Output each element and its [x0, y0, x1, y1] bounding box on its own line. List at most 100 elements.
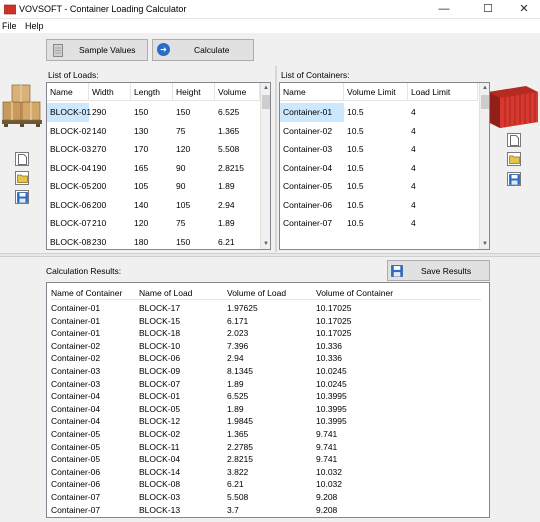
containers-cell[interactable]: 4: [408, 140, 478, 159]
loads-cell[interactable]: 150: [173, 103, 215, 122]
loads-cell[interactable]: 180: [131, 233, 173, 250]
containers-cell[interactable]: Container-07: [280, 214, 344, 233]
loads-cell[interactable]: 6.525: [215, 103, 260, 122]
containers-cell[interactable]: Container-02: [280, 122, 344, 141]
results-column-header[interactable]: Name of Container: [51, 288, 122, 298]
loads-cell[interactable]: 1.89: [215, 214, 260, 233]
containers-column-header[interactable]: Load Limit: [408, 83, 478, 101]
loads-column-header[interactable]: Width: [89, 83, 131, 101]
containers-cell[interactable]: 10.5: [344, 122, 408, 141]
results-column-header[interactable]: Volume of Load: [227, 288, 286, 298]
scroll-down-arrow-icon[interactable]: ▼: [480, 239, 489, 249]
loads-cell[interactable]: 210: [89, 214, 131, 233]
loads-cell[interactable]: 6.21: [215, 233, 260, 250]
panel-divider[interactable]: [275, 66, 277, 252]
scroll-down-arrow-icon[interactable]: ▼: [261, 239, 270, 249]
loads-cell[interactable]: 1.365: [215, 122, 260, 141]
loads-cell[interactable]: 90: [173, 177, 215, 196]
save-loads-icon[interactable]: [15, 190, 29, 204]
loads-column-header[interactable]: Length: [131, 83, 173, 101]
loads-scrollbar[interactable]: ▲ ▼: [260, 83, 270, 249]
containers-column-header[interactable]: Volume Limit: [344, 83, 408, 101]
containers-cell[interactable]: 10.5: [344, 214, 408, 233]
loads-cell[interactable]: BLOCK-03: [47, 140, 91, 159]
loads-cell[interactable]: 2.94: [215, 196, 260, 215]
scroll-thumb[interactable]: [262, 95, 270, 109]
containers-cell[interactable]: 4: [408, 103, 478, 122]
containers-cell[interactable]: Container-03: [280, 140, 344, 159]
loads-cell[interactable]: 105: [173, 196, 215, 215]
containers-cell[interactable]: 4: [408, 159, 478, 178]
scroll-thumb[interactable]: [481, 95, 489, 109]
containers-cell[interactable]: 4: [408, 122, 478, 141]
loads-column-header[interactable]: Height: [173, 83, 215, 101]
new-container-icon[interactable]: [507, 133, 521, 147]
loads-cell[interactable]: 190: [89, 159, 131, 178]
containers-cell[interactable]: Container-04: [280, 159, 344, 178]
loads-cell[interactable]: 1.89: [215, 177, 260, 196]
results-column-header[interactable]: Name of Load: [139, 288, 192, 298]
loads-cell[interactable]: 200: [89, 196, 131, 215]
loads-cell[interactable]: 90: [173, 159, 215, 178]
maximize-button[interactable]: ☐: [472, 0, 504, 19]
loads-table[interactable]: Name Width Length Height Volume BLOCK-01 290 1…: [46, 82, 271, 250]
loads-cell[interactable]: BLOCK-02: [47, 122, 91, 141]
containers-scrollbar[interactable]: ▲ ▼: [479, 83, 489, 249]
save-results-button[interactable]: Save Results: [387, 260, 490, 281]
loads-cell[interactable]: BLOCK-06: [47, 196, 91, 215]
menu-file[interactable]: File: [2, 21, 17, 31]
loads-cell[interactable]: 75: [173, 214, 215, 233]
loads-cell[interactable]: 270: [89, 140, 131, 159]
calculate-button[interactable]: ➜ Calculate: [152, 39, 254, 61]
containers-cell[interactable]: 10.5: [344, 140, 408, 159]
loads-cell[interactable]: 170: [131, 140, 173, 159]
minimize-button[interactable]: —: [428, 0, 460, 19]
loads-cell[interactable]: 75: [173, 122, 215, 141]
containers-cell[interactable]: 10.5: [344, 103, 408, 122]
save-containers-icon[interactable]: [507, 172, 521, 186]
loads-cell[interactable]: 150: [173, 233, 215, 250]
sample-values-button[interactable]: Sample Values: [46, 39, 148, 61]
open-containers-icon[interactable]: [507, 152, 521, 166]
loads-cell[interactable]: 230: [89, 233, 131, 250]
scroll-up-arrow-icon[interactable]: ▲: [480, 83, 489, 93]
loads-cell[interactable]: 130: [131, 122, 173, 141]
containers-cell[interactable]: 10.5: [344, 159, 408, 178]
loads-column-header[interactable]: Volume: [215, 83, 260, 101]
scroll-up-arrow-icon[interactable]: ▲: [261, 83, 270, 93]
loads-cell[interactable]: BLOCK-07: [47, 214, 91, 233]
loads-cell[interactable]: 140: [131, 196, 173, 215]
loads-cell[interactable]: 120: [173, 140, 215, 159]
new-load-icon[interactable]: [15, 152, 29, 166]
loads-cell[interactable]: 290: [89, 103, 131, 122]
loads-cell[interactable]: 140: [89, 122, 131, 141]
loads-cell[interactable]: 120: [131, 214, 173, 233]
loads-cell[interactable]: BLOCK-01: [47, 103, 91, 122]
containers-cell[interactable]: 10.5: [344, 196, 408, 215]
containers-cell[interactable]: Container-06: [280, 196, 344, 215]
containers-cell[interactable]: 4: [408, 214, 478, 233]
containers-cell[interactable]: Container-01: [280, 103, 344, 122]
horizontal-splitter[interactable]: [0, 253, 540, 257]
loads-cell[interactable]: 105: [131, 177, 173, 196]
open-loads-icon[interactable]: [15, 171, 29, 185]
loads-cell[interactable]: BLOCK-04: [47, 159, 91, 178]
menu-help[interactable]: Help: [25, 21, 44, 31]
loads-cell[interactable]: BLOCK-08: [47, 233, 91, 250]
loads-cell[interactable]: 2.8215: [215, 159, 260, 178]
containers-cell[interactable]: 10.5: [344, 177, 408, 196]
loads-cell[interactable]: 200: [89, 177, 131, 196]
loads-cell[interactable]: 150: [131, 103, 173, 122]
containers-cell[interactable]: 4: [408, 177, 478, 196]
loads-cell[interactable]: 5.508: [215, 140, 260, 159]
loads-column-header[interactable]: Name: [47, 83, 89, 101]
containers-column-header[interactable]: Name: [280, 83, 344, 101]
containers-cell[interactable]: 4: [408, 196, 478, 215]
loads-cell[interactable]: 165: [131, 159, 173, 178]
containers-table[interactable]: Name Volume Limit Load Limit Container-01 1…: [279, 82, 490, 250]
containers-cell[interactable]: Container-05: [280, 177, 344, 196]
results-table[interactable]: Name of Container Name of Load Volume of L…: [46, 282, 490, 518]
close-button[interactable]: ✕: [508, 0, 540, 19]
loads-cell[interactable]: BLOCK-05: [47, 177, 91, 196]
results-column-header[interactable]: Volume of Container: [316, 288, 393, 298]
